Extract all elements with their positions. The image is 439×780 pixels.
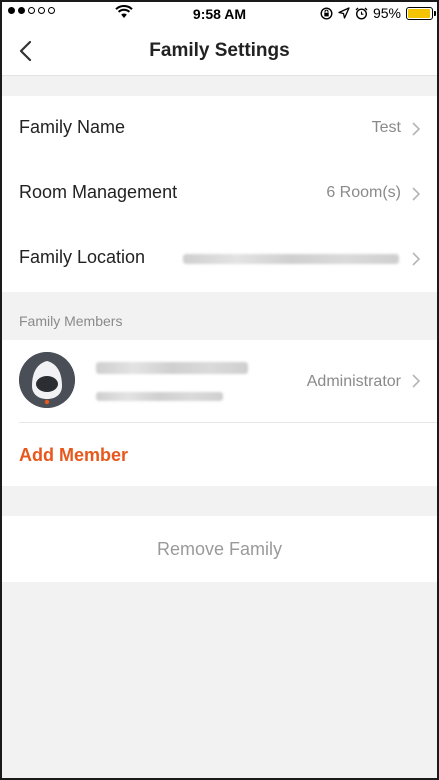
remove-family-label: Remove Family [156, 539, 283, 559]
divider [19, 422, 437, 423]
nav-bar: Family Settings [2, 26, 437, 76]
member-row[interactable]: Administrator [2, 340, 437, 422]
remove-family-button[interactable]: Remove Family [2, 516, 437, 582]
chevron-right-icon [412, 187, 421, 201]
chevron-right-icon [412, 374, 421, 388]
robot-avatar-icon [19, 352, 75, 408]
room-management-row[interactable]: Room Management 6 Room(s) [2, 161, 437, 226]
chevron-right-icon [412, 122, 421, 136]
family-location-label: Family Location [19, 247, 146, 267]
page-title: Family Settings [149, 40, 290, 61]
status-bar: 9:58 AM 95% [2, 2, 437, 26]
orientation-lock-icon [320, 6, 333, 20]
family-name-row[interactable]: Family Name Test [2, 96, 437, 161]
status-right: 95% [320, 5, 436, 21]
app-frame: 9:58 AM 95% Family Settings Family Name … [0, 0, 439, 780]
battery-icon [406, 6, 436, 20]
family-members-header: Family Members [19, 313, 123, 329]
family-name-label: Family Name [19, 117, 126, 137]
location-arrow-icon [338, 7, 350, 19]
location-value-redacted [183, 254, 399, 264]
member-account-redacted [96, 392, 223, 401]
add-member-button[interactable]: Add Member [19, 445, 128, 466]
family-location-row[interactable]: Family Location [2, 226, 437, 291]
chevron-right-icon [412, 252, 421, 266]
member-role: Administrator [306, 373, 401, 390]
family-members-list: Administrator Add Member [2, 340, 437, 486]
battery-percent: 95% [372, 5, 401, 21]
family-name-value: Test [371, 119, 401, 136]
family-settings-list: Family Name Test Room Management 6 Room(… [2, 96, 437, 292]
room-management-label: Room Management [19, 182, 178, 202]
member-name-redacted [96, 362, 248, 374]
alarm-icon [355, 7, 368, 20]
room-count-value: 6 Room(s) [326, 184, 401, 201]
